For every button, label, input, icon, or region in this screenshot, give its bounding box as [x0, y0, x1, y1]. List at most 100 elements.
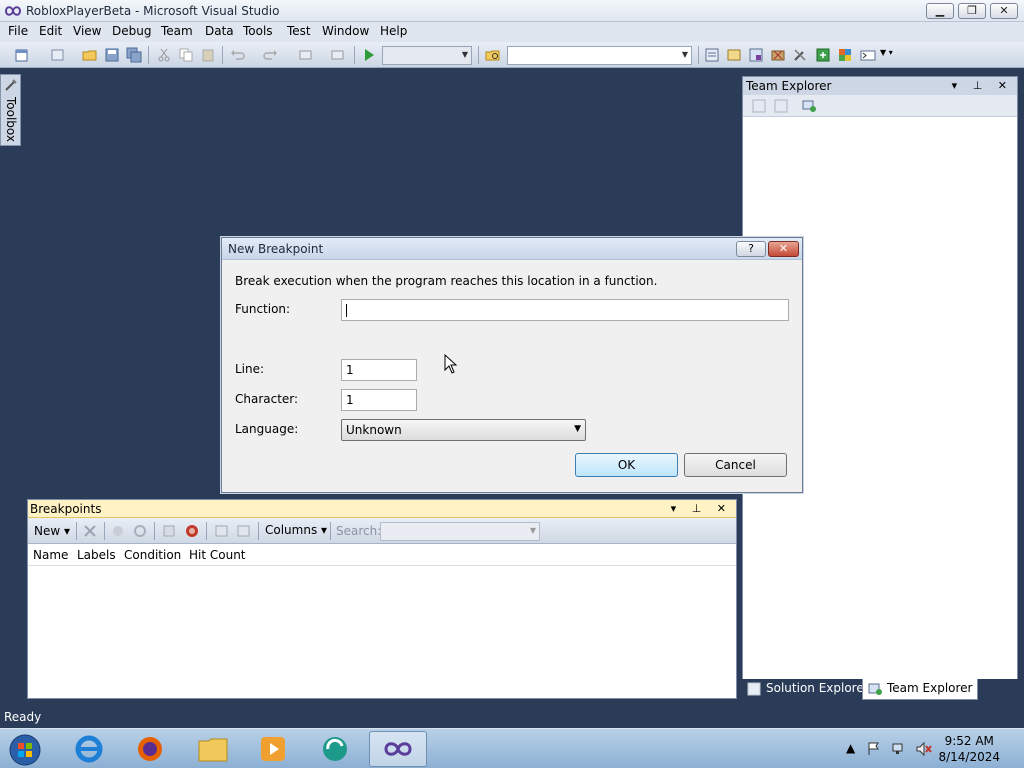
- menu-view[interactable]: View: [73, 24, 101, 38]
- status-text: Ready: [4, 710, 42, 724]
- cut-icon[interactable]: [156, 47, 172, 63]
- app-icon: [323, 737, 347, 761]
- delete-icon[interactable]: [82, 523, 98, 539]
- tools-icon[interactable]: [792, 47, 808, 63]
- column-header-hit-count[interactable]: Hit Count: [189, 548, 246, 562]
- column-header-labels[interactable]: Labels: [77, 548, 116, 562]
- menu-team[interactable]: Team: [161, 24, 193, 38]
- breakpoints-list[interactable]: [28, 566, 736, 696]
- properties-icon[interactable]: [726, 47, 742, 63]
- find-in-files-icon[interactable]: [485, 47, 501, 63]
- toolbar-separator: [76, 522, 77, 540]
- breakpoints-toolbar: New ▾ Columns ▾ Search: ▼: [28, 518, 736, 544]
- menu-help[interactable]: Help: [380, 24, 407, 38]
- add-item-icon[interactable]: [50, 47, 66, 63]
- copy-icon[interactable]: [178, 47, 194, 63]
- toolbar-separator: [330, 522, 331, 540]
- go-to-source-icon[interactable]: [214, 523, 230, 539]
- start-debugging-icon[interactable]: [361, 47, 377, 63]
- toolbox-label: Toolbox: [4, 97, 18, 142]
- solution-explorer-icon[interactable]: [704, 47, 720, 63]
- toolbar-overflow-icon[interactable]: ▼ ▾: [880, 48, 893, 57]
- panel-tab-strip: Solution Explorer Team Explorer: [742, 679, 1018, 701]
- menu-file[interactable]: File: [8, 24, 28, 38]
- columns-button[interactable]: Columns ▾: [265, 523, 327, 537]
- language-select[interactable]: Unknown ▼: [341, 419, 586, 441]
- volume-muted-icon[interactable]: [915, 741, 933, 757]
- taskbar-media-player[interactable]: [244, 731, 302, 767]
- server-explorer-icon[interactable]: [837, 47, 853, 63]
- restore-button[interactable]: ❐: [958, 3, 986, 19]
- network-icon[interactable]: [891, 741, 907, 757]
- text-caret: [346, 304, 347, 317]
- toolbar-separator: [478, 46, 479, 64]
- title-bar: RobloxPlayerBeta - Microsoft Visual Stud…: [0, 0, 1024, 22]
- menu-tools[interactable]: Tools: [243, 24, 273, 38]
- start-button[interactable]: [0, 731, 50, 767]
- tab-solution-explorer[interactable]: Solution Explorer: [742, 679, 873, 700]
- column-header-condition[interactable]: Condition: [124, 548, 181, 562]
- line-label: Line:: [235, 362, 265, 376]
- menu-window[interactable]: Window: [322, 24, 369, 38]
- disable-all-icon[interactable]: [132, 523, 148, 539]
- taskbar-app[interactable]: [306, 731, 364, 767]
- breakpoints-title: Breakpoints: [30, 502, 102, 516]
- team-explorer-header: Team Explorer ▾ ⊥ ✕: [743, 77, 1017, 95]
- show-hidden-icons[interactable]: ▲: [846, 741, 855, 755]
- connect-team-project-icon[interactable]: [801, 98, 817, 114]
- go-to-disassembly-icon[interactable]: [236, 523, 252, 539]
- new-project-icon[interactable]: [14, 47, 30, 63]
- taskbar-visual-studio[interactable]: [369, 731, 427, 767]
- character-input[interactable]: 1: [341, 389, 417, 411]
- menu-data[interactable]: Data: [205, 24, 234, 38]
- toolbar-separator: [698, 46, 699, 64]
- action-center-flag-icon[interactable]: [866, 741, 882, 757]
- close-window-button[interactable]: ✕: [990, 3, 1018, 19]
- taskbar-internet-explorer[interactable]: [60, 731, 118, 767]
- menu-test[interactable]: Test: [287, 24, 311, 38]
- stop-icon[interactable]: [773, 98, 789, 114]
- line-input[interactable]: 1: [341, 359, 417, 381]
- paste-icon[interactable]: [200, 47, 216, 63]
- media-player-icon: [261, 737, 285, 761]
- navigate-forward-icon[interactable]: [330, 47, 346, 63]
- menu-debug[interactable]: Debug: [112, 24, 151, 38]
- navigate-backward-icon[interactable]: [298, 47, 314, 63]
- taskbar-firefox[interactable]: [121, 731, 179, 767]
- toolbox-tab[interactable]: Toolbox: [0, 74, 21, 146]
- taskbar-file-explorer[interactable]: [183, 731, 241, 767]
- object-browser-icon[interactable]: [748, 47, 764, 63]
- cancel-button[interactable]: Cancel: [684, 453, 787, 477]
- redo-icon[interactable]: [262, 47, 278, 63]
- save-icon[interactable]: [104, 47, 120, 63]
- panel-window-controls[interactable]: ▾ ⊥ ✕: [952, 79, 1013, 92]
- new-breakpoint-button[interactable]: New ▾: [34, 524, 70, 538]
- undo-icon[interactable]: [230, 47, 246, 63]
- column-header-name[interactable]: Name: [33, 548, 68, 562]
- class-view-icon[interactable]: [815, 47, 831, 63]
- menu-edit[interactable]: Edit: [39, 24, 62, 38]
- solution-configuration-dropdown[interactable]: ▼: [382, 46, 472, 65]
- panel-window-controls[interactable]: ▾ ⊥ ✕: [671, 502, 732, 515]
- ok-button[interactable]: OK: [575, 453, 678, 477]
- open-file-icon[interactable]: [82, 47, 98, 63]
- export-icon[interactable]: [162, 523, 178, 539]
- command-window-icon[interactable]: [860, 47, 876, 63]
- toolbar-separator: [354, 46, 355, 64]
- system-clock[interactable]: 9:52 AM 8/14/2024: [938, 733, 1000, 765]
- toolbar-separator: [154, 522, 155, 540]
- toolbox-window-icon[interactable]: [770, 47, 786, 63]
- help-button[interactable]: ?: [736, 241, 766, 257]
- team-explorer-icon: [868, 683, 882, 695]
- search-combo[interactable]: ▼: [380, 522, 540, 541]
- import-icon[interactable]: [184, 523, 200, 539]
- delete-all-icon[interactable]: [110, 523, 126, 539]
- tab-team-explorer[interactable]: Team Explorer: [862, 679, 978, 700]
- function-input[interactable]: [341, 299, 789, 321]
- refresh-icon[interactable]: [751, 98, 767, 114]
- minimize-button[interactable]: ▁: [926, 3, 954, 19]
- dialog-close-button[interactable]: ✕: [768, 241, 799, 257]
- find-combo[interactable]: ▼: [507, 46, 692, 65]
- save-all-icon[interactable]: [126, 47, 142, 63]
- windows-start-icon: [9, 734, 41, 766]
